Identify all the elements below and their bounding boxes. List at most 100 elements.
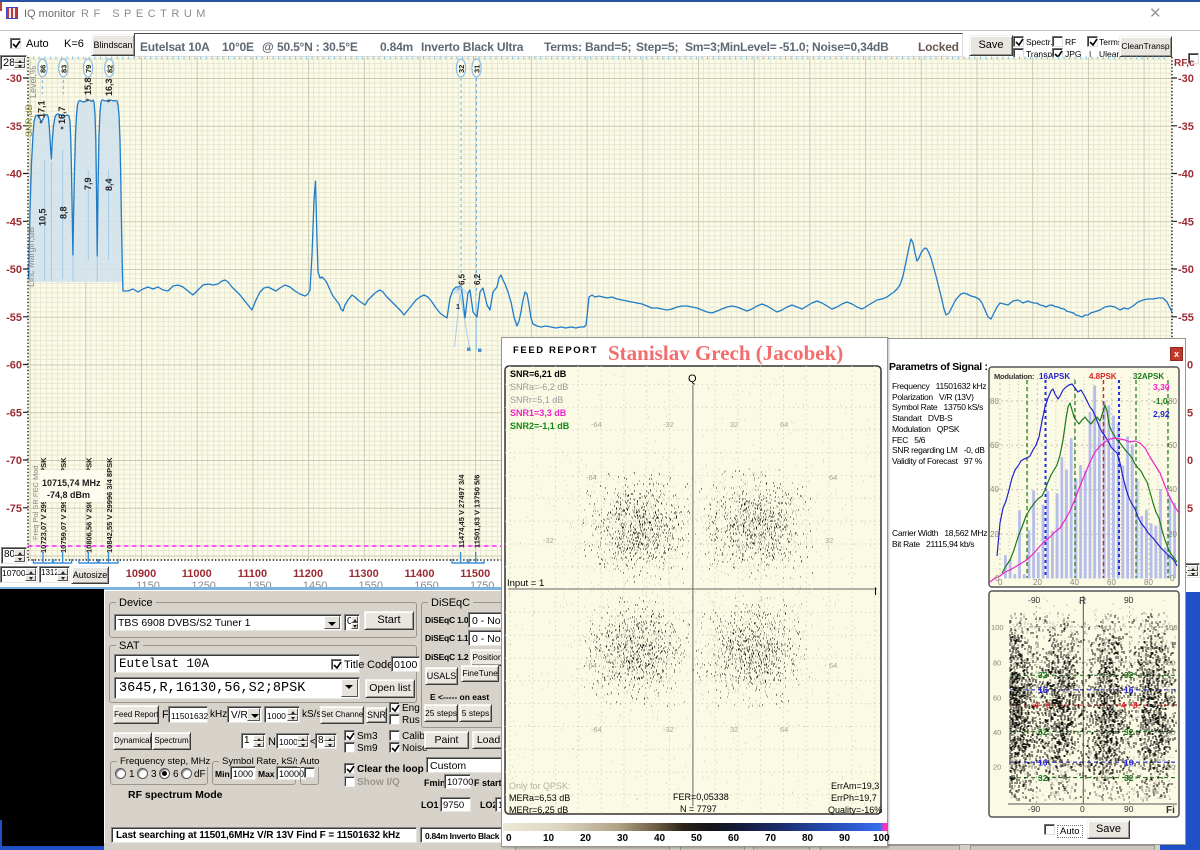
svg-text:100: 100 xyxy=(1165,623,1178,632)
svg-text:79: 79 xyxy=(84,65,93,73)
svg-text:5: 5 xyxy=(1187,503,1193,515)
svg-text:Only for QPSK:: Only for QPSK: xyxy=(509,781,571,791)
svg-text:64: 64 xyxy=(780,725,788,734)
svg-text:4: 4 xyxy=(1121,700,1126,710)
svg-text:11500: 11500 xyxy=(460,568,490,580)
svg-text:32APSK: 32APSK xyxy=(1133,372,1164,381)
svg-text:32: 32 xyxy=(1038,773,1048,783)
svg-text:32: 32 xyxy=(1038,670,1048,680)
svg-text:1: 1 xyxy=(456,304,460,311)
svg-text:16: 16 xyxy=(1038,758,1048,768)
svg-text:32: 32 xyxy=(730,420,738,429)
svg-text:-70: -70 xyxy=(6,455,22,467)
svg-text:0: 0 xyxy=(1170,574,1175,583)
svg-text:20: 20 xyxy=(1168,530,1177,539)
svg-text:-75: -75 xyxy=(6,503,22,515)
svg-text:64: 64 xyxy=(829,473,837,482)
svg-text:4: 4 xyxy=(1034,700,1039,710)
svg-text:-32: -32 xyxy=(663,725,674,734)
svg-text:80: 80 xyxy=(990,397,999,406)
svg-text:16APSK: 16APSK xyxy=(1039,372,1070,381)
svg-text:16,7: 16,7 xyxy=(57,106,67,124)
svg-text:SNR=6,21 dB: SNR=6,21 dB xyxy=(510,369,567,379)
svg-text:86: 86 xyxy=(39,65,48,73)
svg-text:MERr=6,25 dB: MERr=6,25 dB xyxy=(509,805,568,815)
svg-text:ErrAm=19,3: ErrAm=19,3 xyxy=(831,781,879,791)
svg-text:0: 0 xyxy=(1187,455,1193,467)
svg-text:8,8: 8,8 xyxy=(59,206,69,219)
svg-text:0: 0 xyxy=(998,578,1003,587)
svg-text:11100: 11100 xyxy=(238,568,267,580)
svg-text:16: 16 xyxy=(1124,758,1134,768)
svg-text:31: 31 xyxy=(473,65,482,73)
svg-text:0: 0 xyxy=(1080,804,1085,814)
svg-text:60: 60 xyxy=(990,441,999,450)
svg-text:SNR,dB: SNR,dB xyxy=(24,104,34,137)
svg-text:32: 32 xyxy=(825,536,833,545)
svg-text:-45: -45 xyxy=(6,216,22,228)
svg-text:Linc Margin,dB: Linc Margin,dB xyxy=(26,227,36,287)
svg-text:N = 7797: N = 7797 xyxy=(680,804,717,814)
svg-text:-50: -50 xyxy=(6,264,22,276)
svg-text:-35: -35 xyxy=(6,121,22,133)
svg-text:Freq Pol SR FEC: Freq Pol SR FEC Mod xyxy=(31,465,40,540)
svg-text:100: 100 xyxy=(991,623,1004,632)
svg-text:-1,0: -1,0 xyxy=(1153,396,1168,406)
svg-text:11300: 11300 xyxy=(349,568,379,580)
svg-text:40: 40 xyxy=(1167,728,1175,737)
svg-text:RF,c: RF,c xyxy=(1174,58,1195,69)
svg-text:32: 32 xyxy=(457,65,466,73)
svg-text:-40: -40 xyxy=(6,169,22,181)
svg-text:8,4: 8,4 xyxy=(104,178,114,191)
svg-text:-74,8 dBm: -74,8 dBm xyxy=(47,490,90,500)
svg-text:-64: -64 xyxy=(586,473,597,482)
svg-text:60: 60 xyxy=(1107,578,1116,587)
svg-text:80: 80 xyxy=(1144,578,1153,587)
svg-text:16: 16 xyxy=(1038,685,1048,695)
svg-text:20: 20 xyxy=(1167,762,1175,771)
svg-text:6,2: 6,2 xyxy=(473,273,482,285)
svg-text:20: 20 xyxy=(1033,578,1042,587)
svg-text:-90: -90 xyxy=(1028,804,1041,814)
svg-text:-40: -40 xyxy=(1178,169,1194,181)
svg-text:SNRa=-6,2 dB: SNRa=-6,2 dB xyxy=(510,382,568,392)
svg-text:-32: -32 xyxy=(543,536,554,545)
svg-text:Quality=-16%: Quality=-16% xyxy=(828,805,882,815)
svg-text:82: 82 xyxy=(105,65,114,73)
svg-text:11474,45 V 27497 3/4: 11474,45 V 27497 3/4 xyxy=(457,474,466,548)
svg-text:11000: 11000 xyxy=(182,568,212,580)
svg-text:2,92: 2,92 xyxy=(1153,409,1170,419)
svg-text:-30: -30 xyxy=(6,73,22,85)
svg-text:90: 90 xyxy=(1124,804,1134,814)
svg-text:11200: 11200 xyxy=(293,568,323,580)
svg-text:SNR1=3,3 dB: SNR1=3,3 dB xyxy=(510,408,567,418)
svg-text:15,8: 15,8 xyxy=(83,77,93,95)
svg-text:16: 16 xyxy=(1124,685,1134,695)
svg-text:ErrPh=19,7: ErrPh=19,7 xyxy=(831,793,877,803)
svg-text:32: 32 xyxy=(1124,773,1134,783)
svg-text:-50: -50 xyxy=(1178,264,1194,276)
svg-text:40: 40 xyxy=(1168,485,1177,494)
svg-text:R: R xyxy=(1079,596,1086,607)
svg-text:-64: -64 xyxy=(591,725,602,734)
svg-text:64: 64 xyxy=(829,661,837,670)
svg-text:60: 60 xyxy=(1168,441,1177,450)
svg-text:Q: Q xyxy=(688,373,697,385)
svg-text:40: 40 xyxy=(993,728,1001,737)
svg-text:Fi: Fi xyxy=(1166,805,1175,816)
svg-text:10,5: 10,5 xyxy=(38,208,48,226)
svg-text:8: 8 xyxy=(1133,700,1138,710)
svg-text:60: 60 xyxy=(993,694,1001,703)
svg-text:5: 5 xyxy=(1187,407,1193,419)
svg-text:-35: -35 xyxy=(1178,121,1194,133)
svg-text:4.8PSK: 4.8PSK xyxy=(1089,372,1117,381)
svg-text:-60: -60 xyxy=(6,360,22,372)
svg-text:MERa=6,53 dB: MERa=6,53 dB xyxy=(509,793,570,803)
svg-text:SNR2=-1,1 dB: SNR2=-1,1 dB xyxy=(510,421,570,431)
svg-text:83: 83 xyxy=(59,65,68,73)
svg-text:-55: -55 xyxy=(6,312,22,324)
svg-text:-90: -90 xyxy=(1028,595,1041,605)
svg-text:32: 32 xyxy=(730,725,738,734)
svg-text:Level,%: Level,% xyxy=(28,66,38,98)
svg-text:20: 20 xyxy=(993,762,1001,771)
